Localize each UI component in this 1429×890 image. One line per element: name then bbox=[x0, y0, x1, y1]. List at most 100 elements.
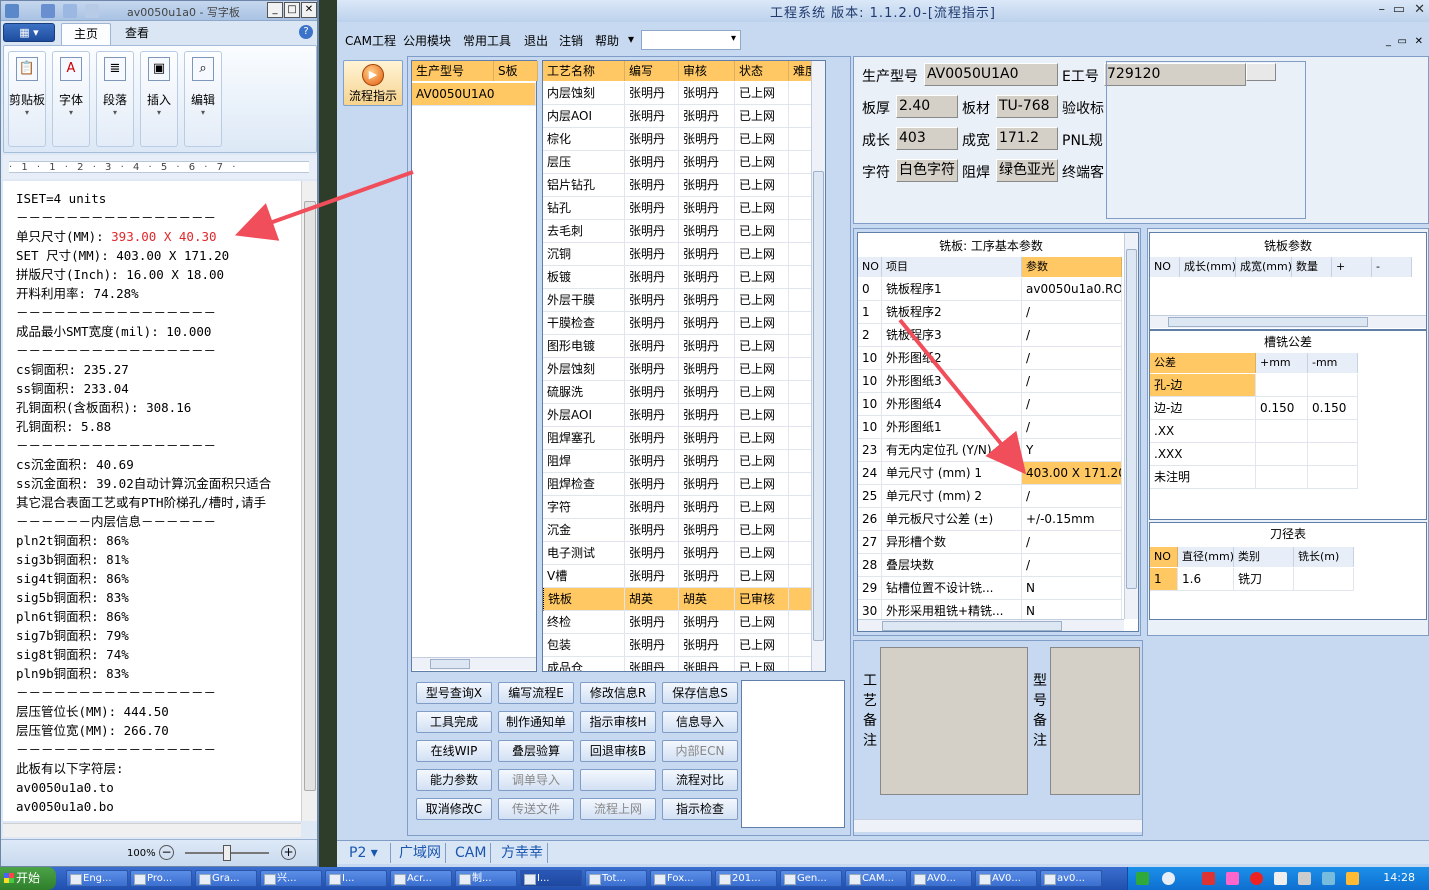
process-cell[interactable]: 张明丹 bbox=[625, 450, 679, 473]
param-cell[interactable]: / bbox=[1022, 393, 1122, 416]
col-header[interactable]: 参数 bbox=[1022, 257, 1122, 277]
notes-scrollbar[interactable] bbox=[854, 819, 1142, 832]
model-field[interactable]: AV0050U1A0 bbox=[924, 63, 1058, 86]
process-cell[interactable]: 张明丹 bbox=[625, 82, 679, 105]
tolerance-cell[interactable] bbox=[1308, 466, 1358, 489]
model-note-field[interactable] bbox=[1050, 647, 1140, 795]
process-cell[interactable]: 张明丹 bbox=[679, 496, 735, 519]
param-cell[interactable]: 叠层块数 bbox=[882, 554, 1022, 577]
save-icon[interactable] bbox=[41, 4, 55, 18]
param-cell[interactable]: / bbox=[1022, 324, 1122, 347]
process-cell[interactable]: 张明丹 bbox=[679, 174, 735, 197]
action-button[interactable]: 流程上网 bbox=[580, 798, 656, 820]
horizontal-scrollbar[interactable] bbox=[858, 619, 1124, 631]
menu-common-module[interactable]: 公用模块 bbox=[403, 32, 451, 49]
mdi-restore-button[interactable]: ▭ bbox=[1398, 36, 1407, 47]
param-cell[interactable]: 外形图纸1 bbox=[882, 416, 1022, 439]
process-cell[interactable]: 张明丹 bbox=[625, 151, 679, 174]
taskbar-item[interactable]: Fox... bbox=[650, 870, 712, 887]
col-header[interactable]: 成长(mm) bbox=[1180, 257, 1236, 277]
ruler[interactable]: · 1 · 1 · 2 · 3 · 4 · 5 · 6 · 7 · bbox=[3, 155, 317, 179]
redo-icon[interactable] bbox=[85, 4, 99, 18]
action-button[interactable]: 工具完成 bbox=[416, 711, 492, 733]
process-cell[interactable]: 已上网 bbox=[735, 82, 789, 105]
process-cell[interactable]: 张明丹 bbox=[625, 312, 679, 335]
col-header[interactable]: 数量 bbox=[1292, 257, 1332, 277]
tab-view[interactable]: 查看 bbox=[113, 23, 161, 45]
process-cell[interactable]: 张明丹 bbox=[625, 220, 679, 243]
file-menu-button[interactable]: ▦ ▾ bbox=[3, 23, 55, 42]
process-cell[interactable]: 内层AOI bbox=[543, 105, 625, 128]
process-cell[interactable]: 外层蚀刻 bbox=[543, 358, 625, 381]
process-cell[interactable]: 张明丹 bbox=[625, 266, 679, 289]
param-cell[interactable]: / bbox=[1022, 531, 1122, 554]
ribbon-group-edit[interactable]: ⌕ 编辑 ▾ bbox=[184, 51, 222, 147]
process-cell[interactable]: 张明丹 bbox=[679, 657, 735, 671]
taskbar-item[interactable]: 制... bbox=[455, 870, 517, 887]
col-header[interactable]: +mm bbox=[1256, 353, 1308, 373]
process-cell[interactable]: 张明丹 bbox=[679, 105, 735, 128]
param-cell[interactable]: 单元尺寸 (mm) 2 bbox=[882, 485, 1022, 508]
tolerance-cell[interactable] bbox=[1308, 443, 1358, 466]
action-button[interactable]: 传送文件 bbox=[498, 798, 574, 820]
tab-wan[interactable]: 广域网 bbox=[395, 843, 446, 863]
taskbar-item[interactable]: Acr... bbox=[390, 870, 452, 887]
action-button[interactable]: 型号查询X bbox=[416, 682, 492, 704]
col-header[interactable]: 编写 bbox=[625, 61, 679, 81]
tolerance-cell[interactable] bbox=[1308, 420, 1358, 443]
param-cell[interactable]: 28 bbox=[858, 554, 882, 577]
process-cell[interactable]: 张明丹 bbox=[625, 611, 679, 634]
param-cell[interactable]: 10 bbox=[858, 370, 882, 393]
param-cell[interactable]: 0 bbox=[858, 278, 882, 301]
process-cell[interactable]: 已上网 bbox=[735, 450, 789, 473]
col-header[interactable]: NO bbox=[858, 257, 882, 277]
process-cell[interactable]: 外层AOI bbox=[543, 404, 625, 427]
model-row[interactable]: AV0050U1A0 bbox=[412, 83, 536, 106]
process-cell[interactable]: 胡英 bbox=[679, 588, 735, 611]
menu-logout[interactable]: 注销 bbox=[559, 32, 583, 49]
process-cell[interactable]: 已上网 bbox=[735, 289, 789, 312]
taskbar-item[interactable]: av0... bbox=[1040, 870, 1102, 887]
col-header[interactable]: 直径(mm) bbox=[1178, 547, 1234, 567]
horizontal-scrollbar[interactable] bbox=[1150, 315, 1426, 328]
undo-icon[interactable] bbox=[63, 4, 77, 18]
process-cell[interactable]: 张明丹 bbox=[679, 197, 735, 220]
process-cell[interactable]: 层压 bbox=[543, 151, 625, 174]
process-cell[interactable]: 已上网 bbox=[735, 266, 789, 289]
thickness-field[interactable]: 2.40 bbox=[896, 95, 958, 118]
process-cell[interactable]: 字符 bbox=[543, 496, 625, 519]
process-cell[interactable]: 已上网 bbox=[735, 404, 789, 427]
process-cell[interactable]: 张明丹 bbox=[679, 611, 735, 634]
process-cell[interactable]: 成品仓 bbox=[543, 657, 625, 671]
col-header[interactable]: 类别 bbox=[1234, 547, 1294, 567]
col-header[interactable]: 铣长(m) bbox=[1294, 547, 1354, 567]
param-cell[interactable]: / bbox=[1022, 554, 1122, 577]
param-cell[interactable]: 2 bbox=[858, 324, 882, 347]
process-cell[interactable]: 已上网 bbox=[735, 197, 789, 220]
action-button[interactable]: 在线WIP bbox=[416, 740, 492, 762]
action-button[interactable]: 内部ECN bbox=[662, 740, 738, 762]
process-cell[interactable]: 张明丹 bbox=[625, 496, 679, 519]
param-cell[interactable]: 403.00 X 171.20 bbox=[1022, 462, 1122, 485]
param-cell[interactable]: 钻槽位置不设计铣... bbox=[882, 577, 1022, 600]
menu-exit[interactable]: 退出 bbox=[524, 32, 548, 49]
process-cell[interactable]: 张明丹 bbox=[625, 243, 679, 266]
tray-update-icon[interactable] bbox=[1250, 872, 1263, 885]
param-cell[interactable]: 10 bbox=[858, 416, 882, 439]
process-cell[interactable]: 张明丹 bbox=[679, 565, 735, 588]
tolerance-cell[interactable] bbox=[1256, 466, 1308, 489]
process-cell[interactable]: 已审核 bbox=[735, 588, 789, 611]
tool-cell[interactable]: 1 bbox=[1150, 568, 1178, 591]
param-cell[interactable]: 26 bbox=[858, 508, 882, 531]
scrollbar-thumb[interactable] bbox=[304, 201, 316, 791]
process-cell[interactable]: 已上网 bbox=[735, 105, 789, 128]
process-cell[interactable]: 张明丹 bbox=[679, 542, 735, 565]
action-button[interactable]: 取消修改C bbox=[416, 798, 492, 820]
vertical-scrollbar[interactable] bbox=[1124, 233, 1138, 619]
action-button[interactable]: 叠层验算 bbox=[498, 740, 574, 762]
mdi-close-button[interactable]: ✕ bbox=[1415, 36, 1423, 47]
process-cell[interactable]: 张明丹 bbox=[625, 542, 679, 565]
col-header[interactable]: NO bbox=[1150, 547, 1178, 567]
tray-power-icon[interactable] bbox=[1346, 872, 1359, 885]
tray-app-icon[interactable] bbox=[1136, 872, 1149, 885]
